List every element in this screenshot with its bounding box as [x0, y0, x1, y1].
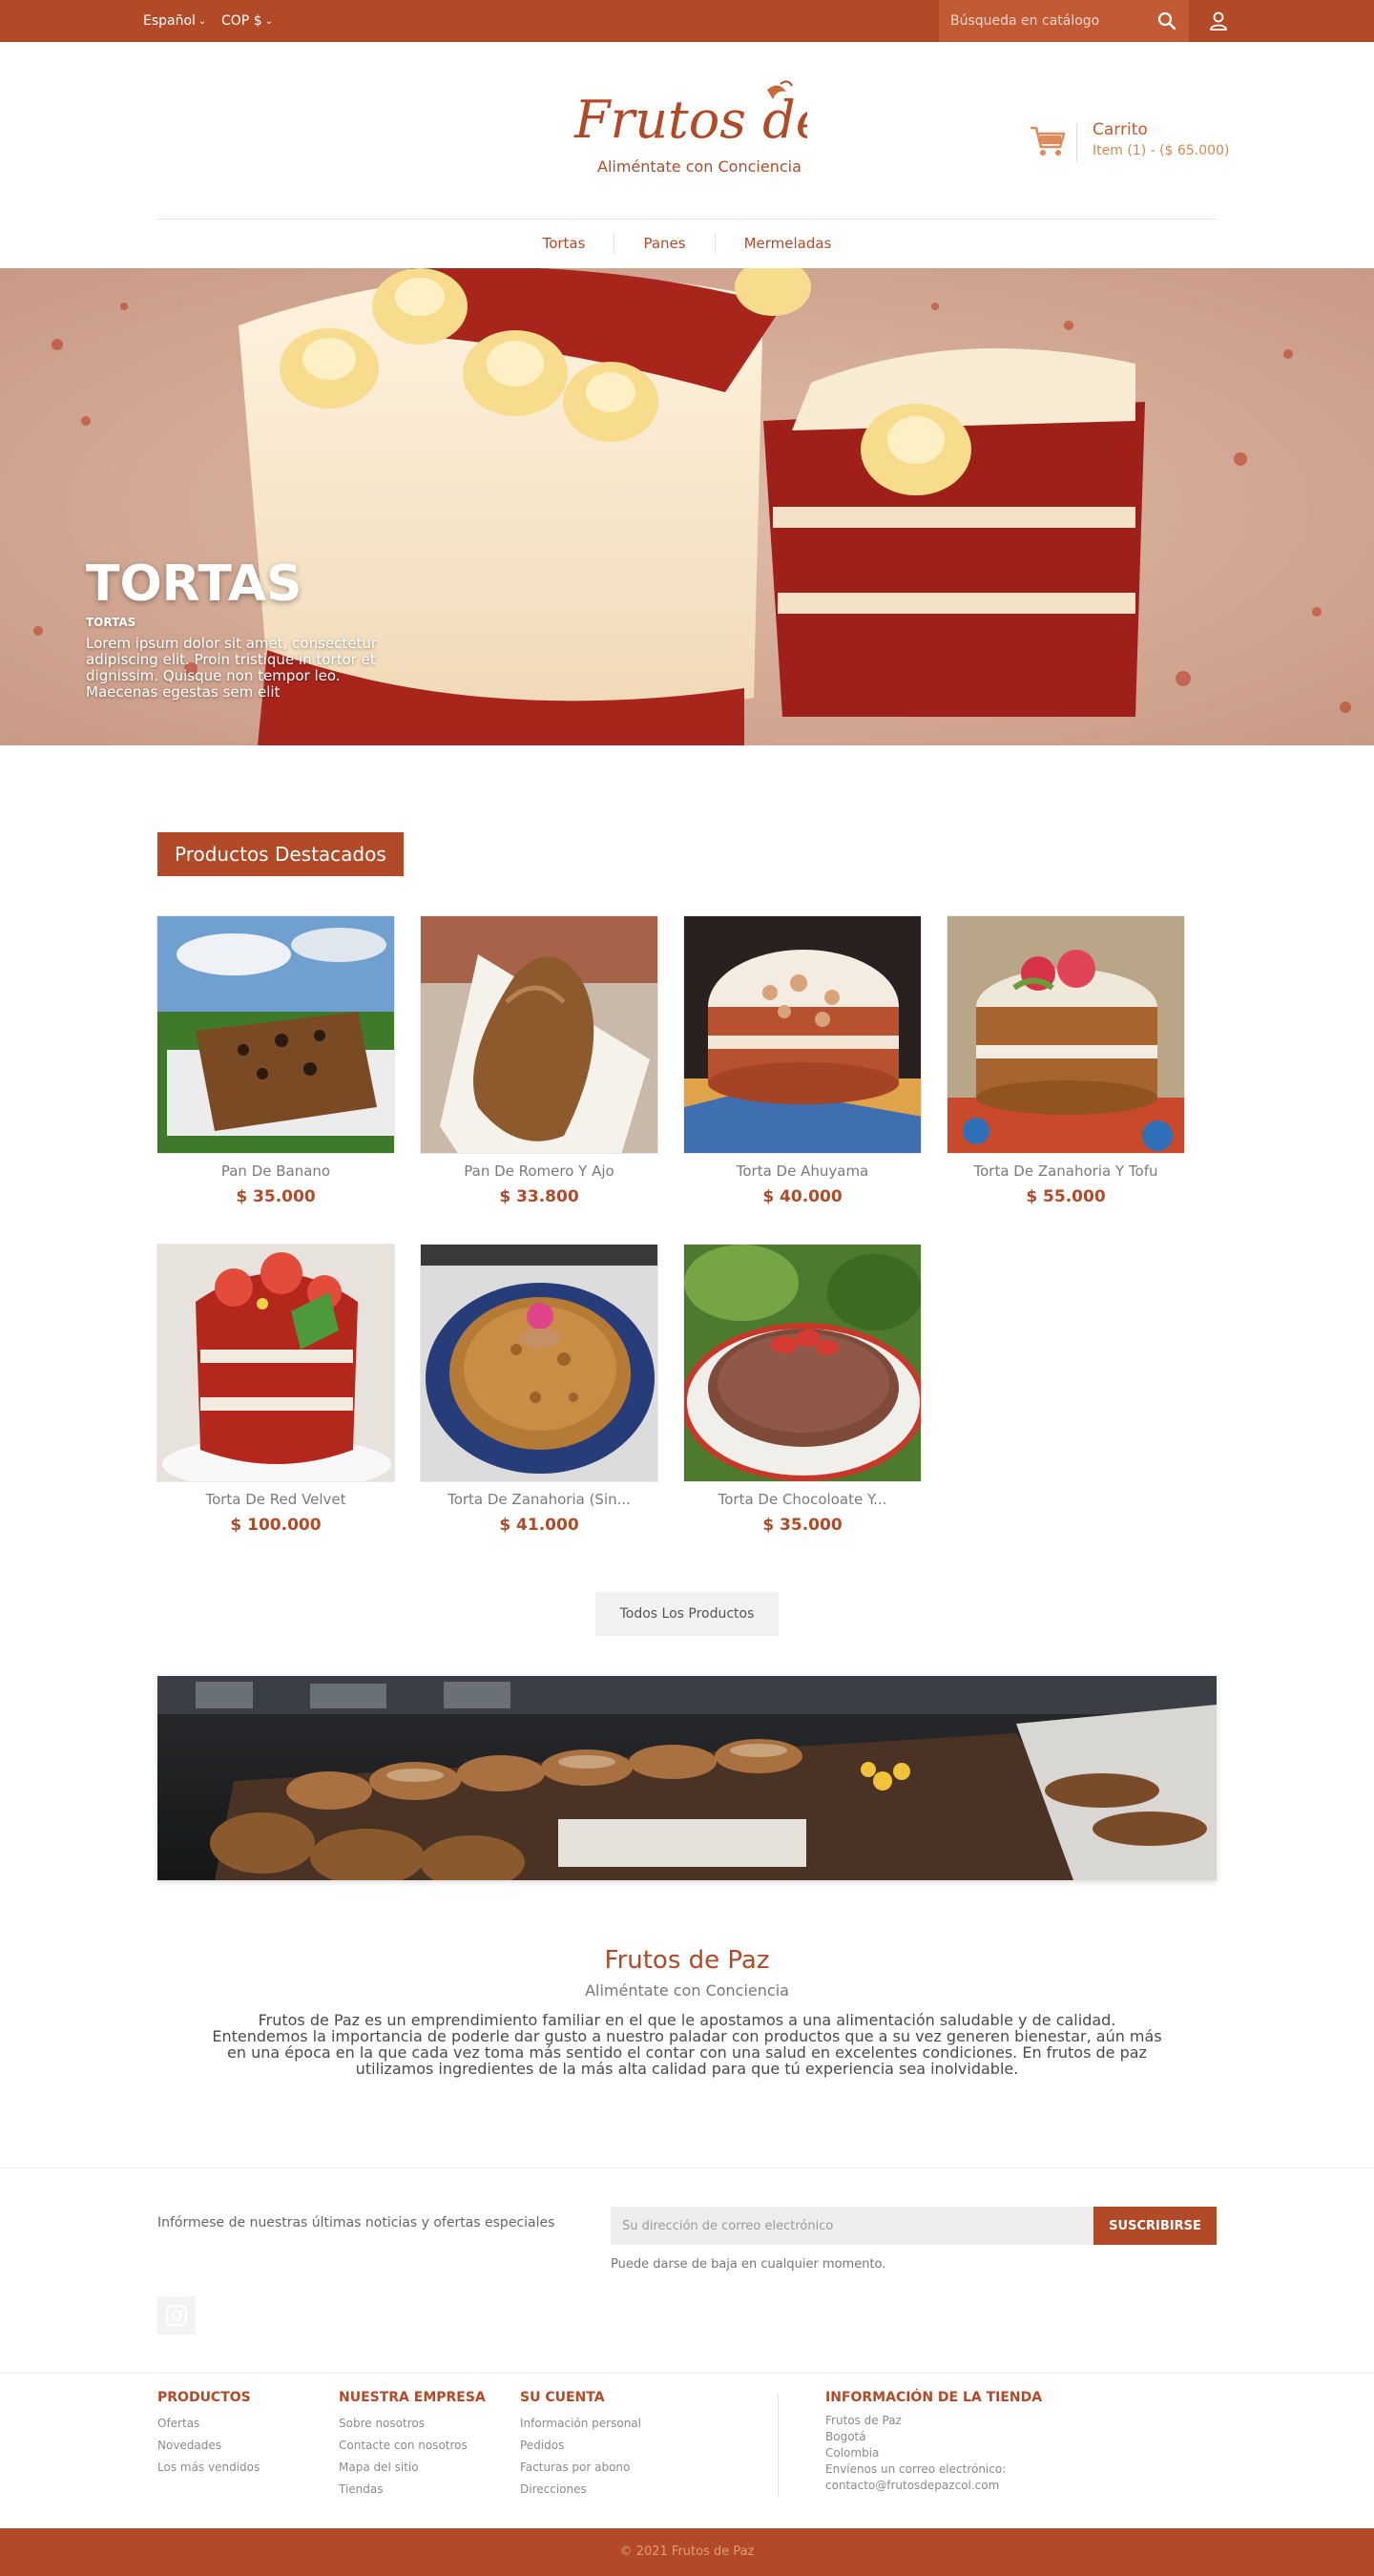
- product-name[interactable]: Torta De Zanahoria (Sin...: [420, 1491, 658, 1508]
- footer-heading: SU CUENTA: [520, 2390, 605, 2405]
- cart-title: Carrito: [1093, 120, 1148, 139]
- site-logo[interactable]: Frutos de Paz Aliméntate con Conciencia: [571, 78, 933, 181]
- product-name[interactable]: Torta De Chocoloate Y...: [683, 1491, 922, 1508]
- top-bar: Español ⌄ COP $ ⌄: [0, 0, 1374, 42]
- logo-text: Frutos de Paz: [573, 90, 807, 150]
- product-image[interactable]: [683, 1244, 922, 1482]
- nav-item-mermeladas[interactable]: Mermeladas: [716, 233, 861, 254]
- search-input[interactable]: [939, 0, 1149, 42]
- product-name[interactable]: Torta De Ahuyama: [683, 1162, 922, 1180]
- footer-link[interactable]: Ofertas: [157, 2413, 260, 2435]
- product-price: $ 33.800: [499, 1187, 579, 1206]
- newsletter-text: Infórmese de nuestras últimas noticias y…: [157, 2215, 555, 2230]
- product-card[interactable]: Torta De Zanahoria (Sin... $ 41.000: [420, 1244, 658, 1549]
- footer-heading: INFORMACIÓN DE LA TIENDA: [825, 2390, 1043, 2405]
- cart-widget[interactable]: Carrito Item (1) - ($ 65.000): [1029, 118, 1258, 166]
- product-card[interactable]: Torta De Chocoloate Y... $ 35.000: [683, 1244, 922, 1549]
- main-nav: Tortas Panes Mermeladas: [0, 220, 1374, 267]
- product-image[interactable]: [156, 915, 395, 1154]
- footer-heading: PRODUCTOS: [157, 2390, 251, 2405]
- product-name[interactable]: Torta De Red Velvet: [156, 1491, 395, 1508]
- cart-summary: Item (1) - ($ 65.000): [1093, 143, 1230, 158]
- store-info-line: Colombia: [825, 2446, 880, 2460]
- subscribe-button[interactable]: SUSCRIBIRSE: [1093, 2207, 1217, 2245]
- footer-link[interactable]: Facturas por abono: [520, 2457, 641, 2479]
- copyright-text: © 2021 Frutos de Paz: [619, 2545, 755, 2559]
- instagram-link[interactable]: [157, 2296, 196, 2335]
- search-button[interactable]: [1145, 0, 1189, 42]
- hero-title: TORTAS: [86, 555, 302, 613]
- product-card[interactable]: Torta De Zanahoria Y Tofu $ 55.000: [947, 915, 1185, 1221]
- footer-products: PRODUCTOS Ofertas Novedades Los más vend…: [157, 2390, 260, 2479]
- product-card[interactable]: Pan De Banano $ 35.000: [156, 915, 395, 1221]
- footer-heading: NUESTRA EMPRESA: [339, 2390, 486, 2405]
- about-title: Frutos de Paz: [604, 1946, 770, 1975]
- about-subtitle: Aliméntate con Conciencia: [585, 1981, 789, 2000]
- copyright-bar: © 2021 Frutos de Paz: [0, 2528, 1374, 2576]
- chevron-down-icon: ⌄: [198, 16, 207, 27]
- product-name[interactable]: Pan De Banano: [156, 1162, 395, 1180]
- cart-icon: [1030, 126, 1066, 156]
- footer-company: NUESTRA EMPRESA Sobre nosotros Contacte …: [339, 2390, 486, 2501]
- chevron-down-icon: ⌄: [264, 16, 273, 27]
- product-image[interactable]: [420, 915, 658, 1154]
- newsletter-note: Puede darse de baja en cualquier momento…: [611, 2257, 886, 2272]
- hero-description: Lorem ipsum dolor sit amet, consectetur …: [86, 635, 378, 701]
- account-button[interactable]: [1197, 0, 1240, 42]
- all-products-button[interactable]: Todos Los Productos: [595, 1592, 779, 1636]
- product-price: $ 40.000: [762, 1187, 843, 1206]
- footer-link[interactable]: Contacte con nosotros: [339, 2435, 486, 2457]
- instagram-icon: [166, 2305, 187, 2326]
- product-image[interactable]: [683, 915, 922, 1154]
- footer-link[interactable]: Pedidos: [520, 2435, 641, 2457]
- language-label: Español: [143, 13, 196, 29]
- footer-link[interactable]: Los más vendidos: [157, 2457, 260, 2479]
- footer-link[interactable]: Mapa del sitio: [339, 2457, 486, 2479]
- store-info-line: Bogotá: [825, 2430, 866, 2443]
- footer-link[interactable]: Tiendas: [339, 2479, 486, 2501]
- product-image[interactable]: [156, 1244, 395, 1482]
- product-price: $ 35.000: [762, 1516, 843, 1535]
- footer-link[interactable]: Direcciones: [520, 2479, 641, 2501]
- store-info-line: Frutos de Paz: [825, 2414, 902, 2427]
- product-name[interactable]: Torta De Zanahoria Y Tofu: [947, 1162, 1185, 1180]
- product-name[interactable]: Pan De Romero Y Ajo: [420, 1162, 658, 1180]
- product-image[interactable]: [420, 1244, 658, 1482]
- hero-subtitle: TORTAS: [86, 616, 136, 629]
- footer-divider: [778, 2394, 779, 2497]
- logo-mark: Frutos de Paz Aliméntate con Conciencia: [573, 80, 933, 176]
- product-price: $ 100.000: [230, 1516, 322, 1535]
- product-card[interactable]: Torta De Red Velvet $ 100.000: [156, 1244, 395, 1549]
- currency-label: COP $: [221, 13, 262, 29]
- product-price: $ 35.000: [236, 1187, 316, 1206]
- product-price: $ 55.000: [1026, 1187, 1106, 1206]
- footer-link[interactable]: Información personal: [520, 2413, 641, 2435]
- language-selector[interactable]: Español ⌄: [143, 13, 206, 29]
- product-card[interactable]: Torta De Ahuyama $ 40.000: [683, 915, 922, 1221]
- store-info-line: Envíenos un correo electrónico:: [825, 2462, 1007, 2476]
- banner-image: [157, 1676, 1217, 1880]
- search-icon: [1157, 11, 1176, 31]
- currency-selector[interactable]: COP $ ⌄: [221, 13, 273, 29]
- nav-item-tortas[interactable]: Tortas: [514, 233, 615, 254]
- footer-store-info: INFORMACIÓN DE LA TIENDA Frutos de Paz B…: [825, 2390, 1042, 2494]
- product-image[interactable]: [947, 915, 1185, 1154]
- bakery-banner: [157, 1676, 1217, 1880]
- footer-link[interactable]: Sobre nosotros: [339, 2413, 486, 2435]
- newsletter-email-input[interactable]: [611, 2207, 1093, 2245]
- logo-tagline: Aliméntate con Conciencia: [597, 157, 802, 176]
- featured-section-title: Productos Destacados: [157, 832, 404, 876]
- nav-item-panes[interactable]: Panes: [614, 233, 716, 254]
- store-email-link[interactable]: contacto@frutosdepazcol.com: [825, 2478, 1042, 2494]
- cart-divider: [1076, 122, 1077, 162]
- footer-account: SU CUENTA Información personal Pedidos F…: [520, 2390, 641, 2501]
- section-divider: [0, 2373, 1374, 2374]
- product-card[interactable]: Pan De Romero Y Ajo $ 33.800: [420, 915, 658, 1221]
- about-description: Frutos de Paz es un emprendimiento famil…: [212, 2011, 1162, 2078]
- user-icon: [1210, 11, 1227, 31]
- product-price: $ 41.000: [499, 1516, 579, 1535]
- footer-link[interactable]: Novedades: [157, 2435, 260, 2457]
